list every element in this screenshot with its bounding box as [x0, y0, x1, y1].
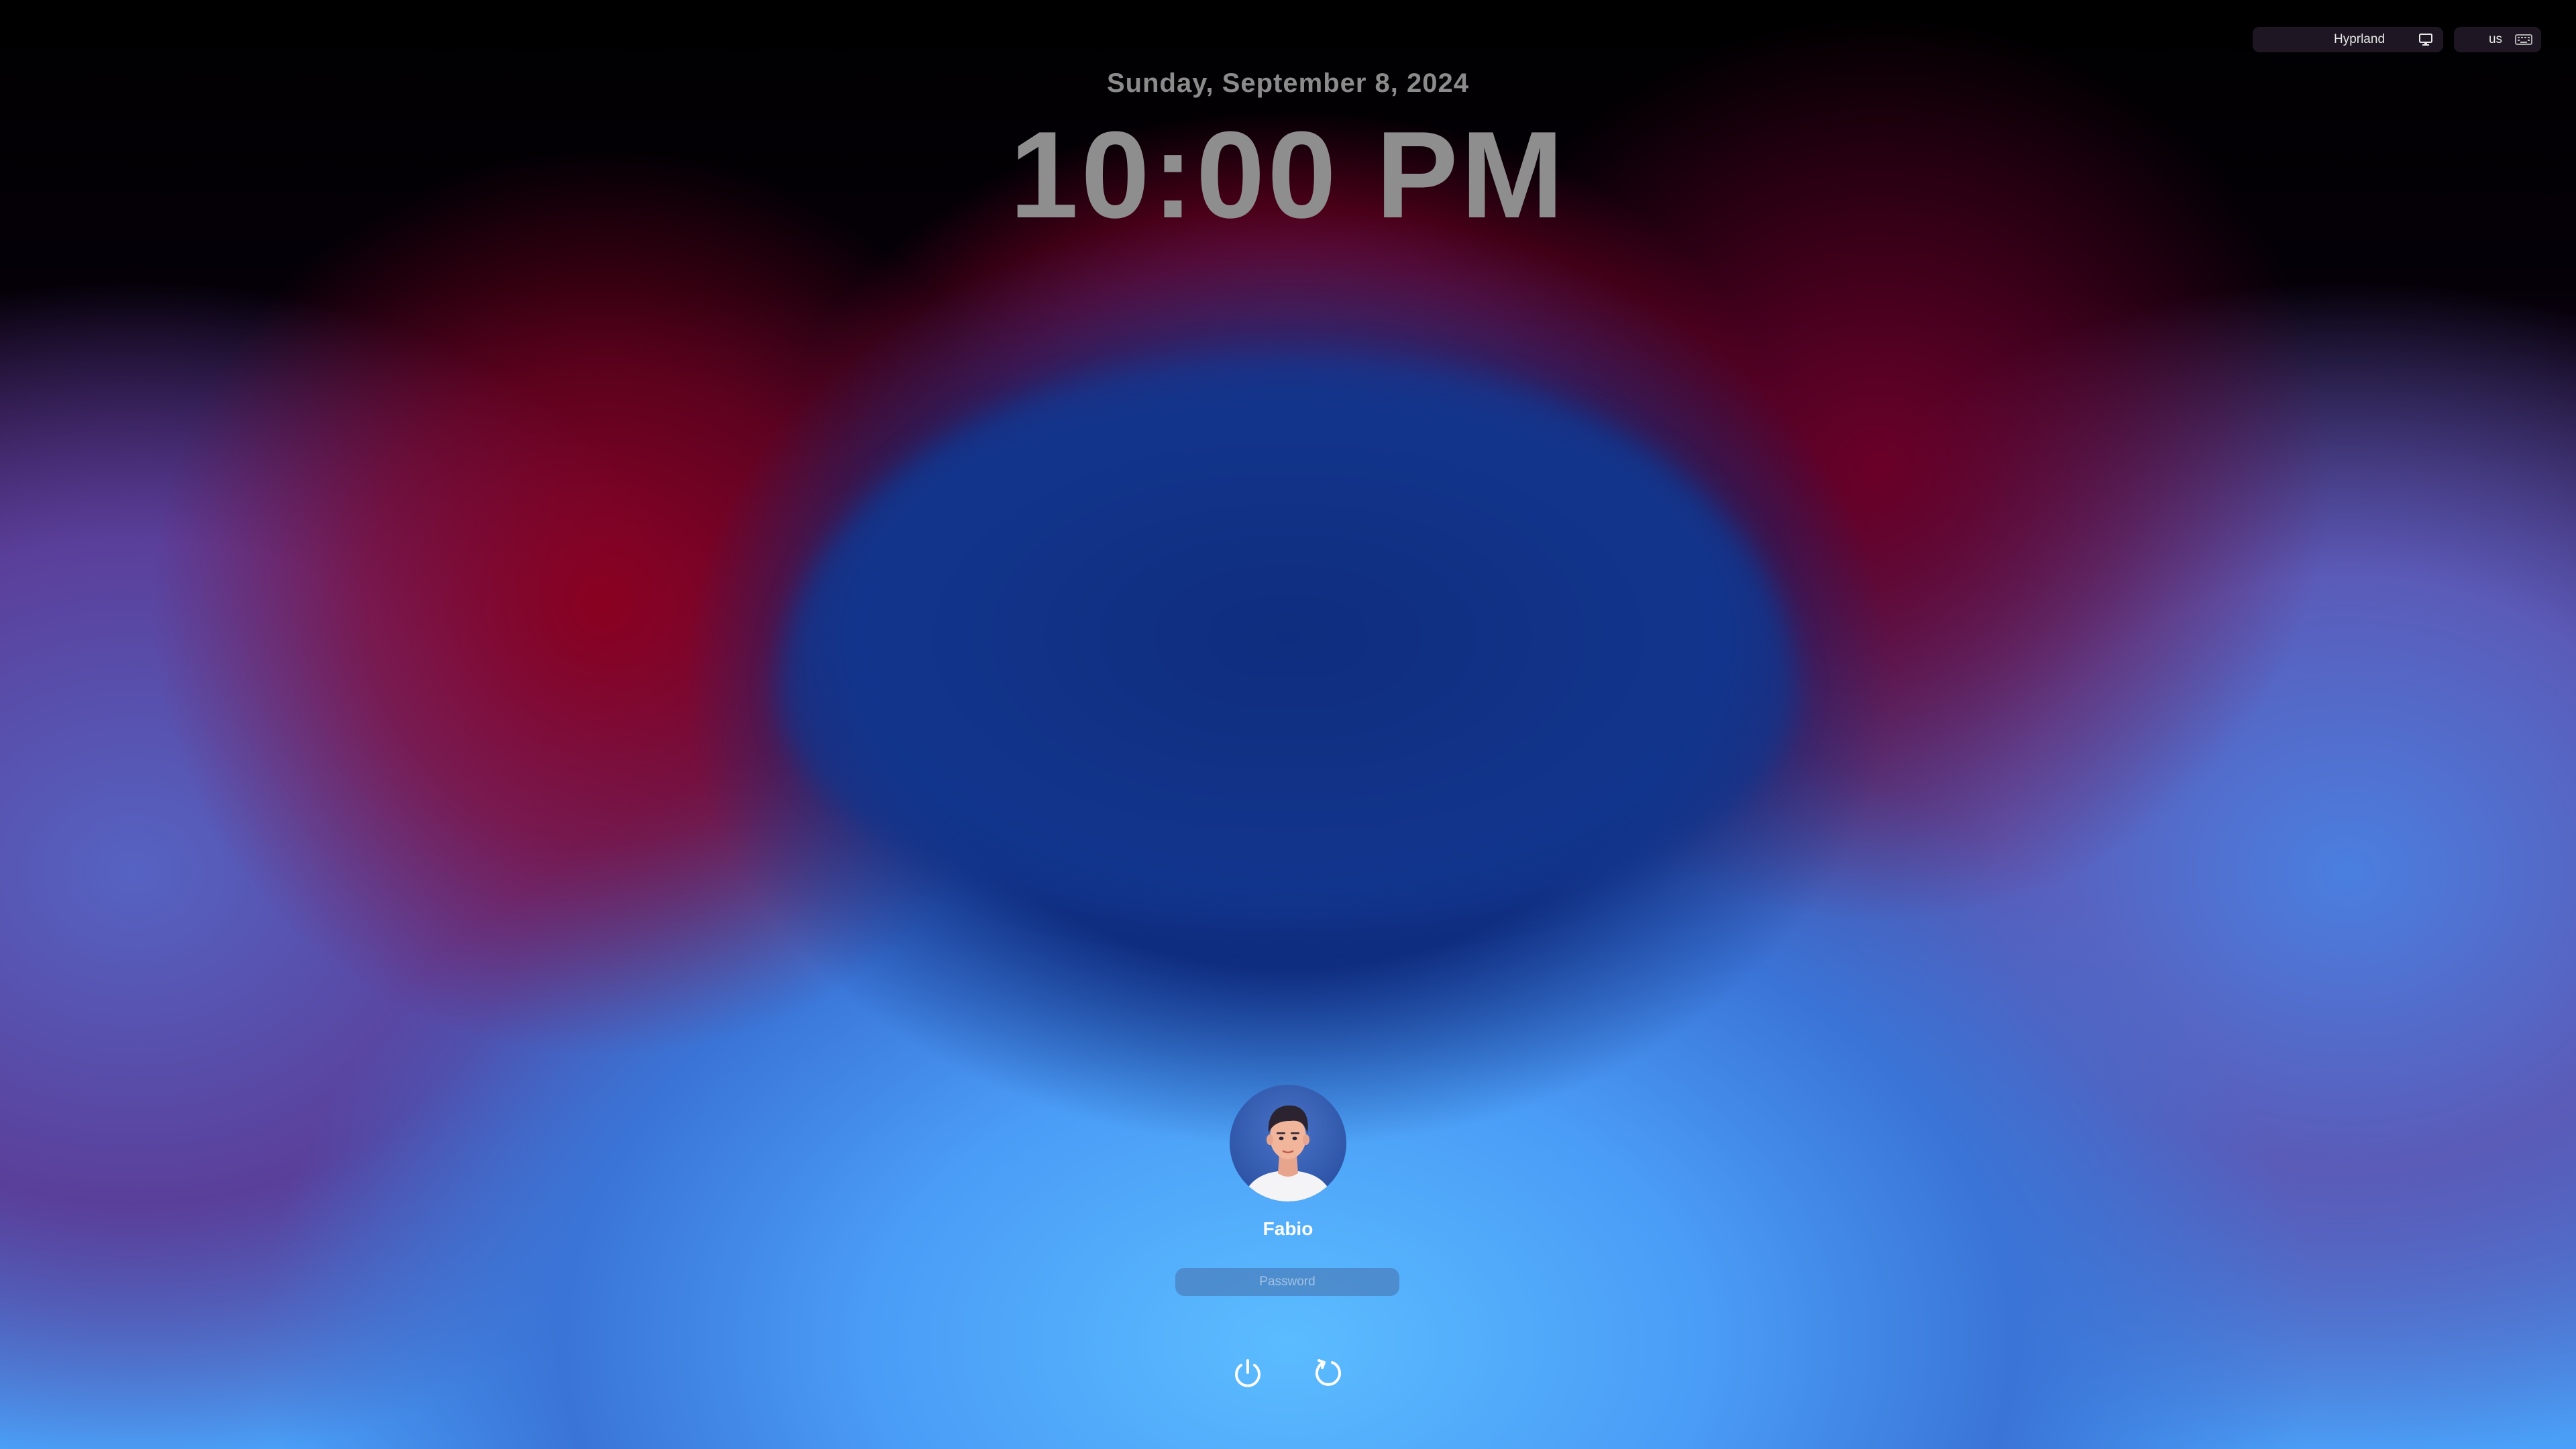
password-field[interactable] [1175, 1268, 1399, 1296]
keyboard-layout-selector[interactable]: us [2454, 27, 2541, 52]
lock-clock: 10:00 PM [1010, 105, 1566, 244]
monitor-icon [2418, 32, 2434, 47]
session-selector[interactable]: Hyprland [2253, 27, 2443, 52]
power-icon [1229, 1354, 1267, 1391]
user-avatar [1230, 1085, 1346, 1201]
keyboard-icon [2514, 33, 2533, 46]
keyboard-layout-label: us [2488, 32, 2503, 46]
username-label: Fabio [1263, 1218, 1313, 1239]
power-button[interactable] [1229, 1354, 1267, 1391]
top-bar: Hyprland us [2253, 27, 2541, 52]
session-label: Hyprland [2333, 32, 2385, 46]
lock-screen: Sunday, September 8, 2024 10:00 PM Hyprl… [0, 0, 2576, 1449]
wallpaper-blob [778, 349, 1798, 926]
reboot-button[interactable] [1309, 1354, 1347, 1391]
lock-date: Sunday, September 8, 2024 [1106, 68, 1470, 98]
reboot-icon [1309, 1354, 1347, 1391]
